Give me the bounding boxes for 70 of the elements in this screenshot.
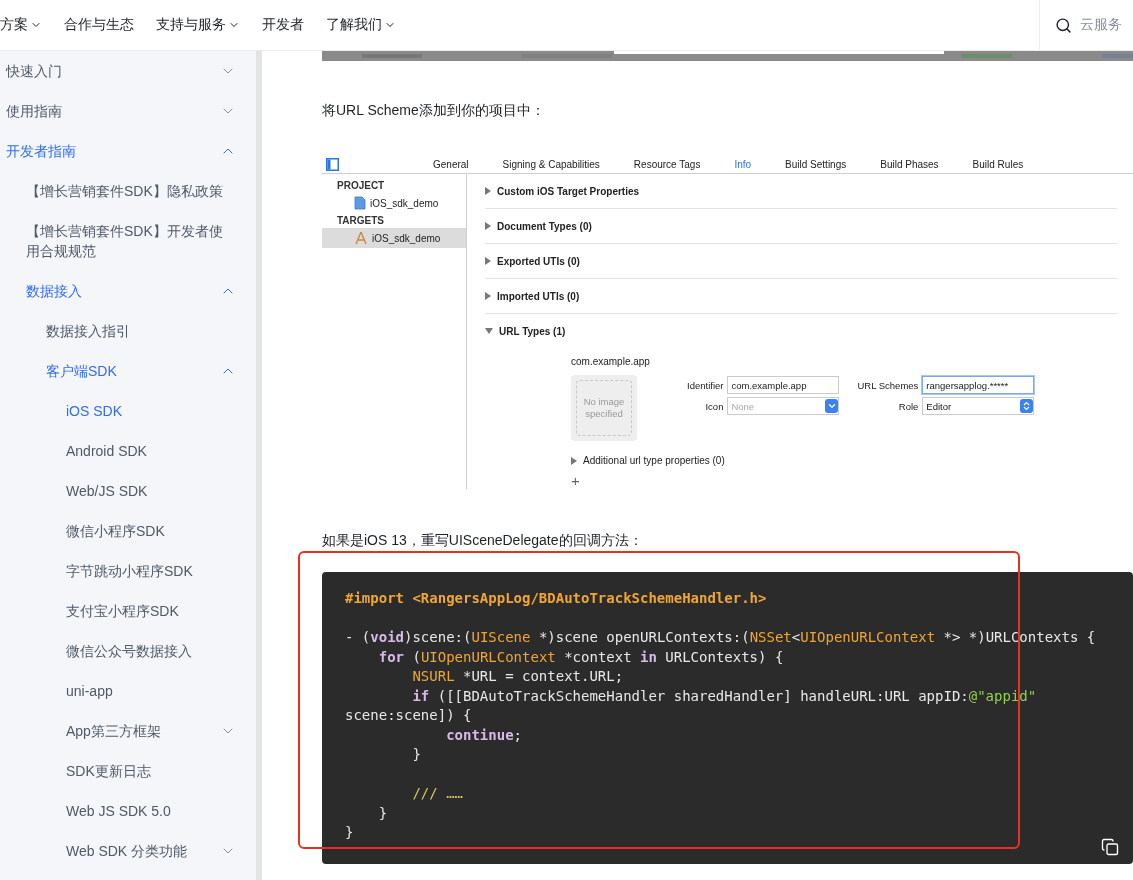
sidebar-item[interactable]: App第三方框架 [0, 711, 256, 751]
code-line: } [411, 745, 422, 764]
field-label: Role [897, 400, 919, 412]
sidebar-item[interactable]: SDK更新日志 [0, 751, 256, 791]
target-item[interactable]: iOS_sdk_demo [322, 193, 466, 213]
group-heading: TARGETS [336, 214, 386, 228]
nav-link[interactable]: 合作与生态 [64, 16, 134, 34]
sidebar-item[interactable]: 使用指南 [0, 91, 256, 131]
xcode-tab[interactable]: Build Settings [785, 158, 847, 170]
stepper-icon [1023, 401, 1031, 411]
copy-icon [1101, 838, 1119, 856]
xcode-tab[interactable]: Build Phases [880, 158, 939, 170]
field-label: Icon [704, 400, 724, 412]
paragraph: 如果是iOS 13，重写UISceneDelegate的回调方法： [322, 531, 644, 550]
code-line: scene:scene]) { [345, 706, 473, 725]
identifier-field[interactable]: com.example.app [727, 376, 840, 394]
xcode-tab[interactable]: Info [734, 158, 752, 170]
sidebar-item[interactable]: 【增长营销套件SDK】隐私政策 [0, 171, 256, 211]
chevron-down-icon [826, 401, 837, 411]
code-line: #import <RangersAppLog/BDAutoTrackSchemeHandler.h> [345, 589, 768, 608]
code-line: } [345, 823, 355, 842]
code-line: /// …… [411, 784, 464, 803]
nav-link[interactable]: 了解我们 [326, 16, 396, 34]
sidebar-item[interactable]: 开发者指南 [0, 131, 256, 171]
sidebar-item[interactable]: 【增长营销套件SDK】开发者使用合规规范 [0, 211, 256, 271]
disclosure-row[interactable]: Additional url type properties (0) [571, 455, 1117, 466]
xcode-tab[interactable]: General [433, 158, 469, 170]
search-icon [1055, 16, 1072, 34]
section-header[interactable]: Document Types (0) [485, 209, 1117, 244]
code-line: } [377, 803, 389, 823]
section-header[interactable]: Exported UTIs (0) [485, 244, 1117, 279]
section-header[interactable]: Custom iOS Target Properties [485, 174, 1117, 209]
sidebar-item[interactable]: 数据接入指引 [0, 311, 256, 351]
nav-link[interactable]: 方案 [0, 16, 42, 34]
paragraph: 将URL Scheme添加到你的项目中： [322, 101, 546, 120]
sidebar-item[interactable]: 字节跳动小程序SDK [0, 551, 256, 591]
sidebar-item[interactable]: iOS SDK [0, 391, 256, 431]
file-icon [354, 196, 366, 210]
sidebar-item[interactable]: 数据接入 [0, 271, 256, 311]
section-header[interactable]: Imported UTIs (0) [485, 279, 1117, 314]
sidebar-item[interactable]: Web SDK 分类功能 [0, 831, 256, 871]
nav-link[interactable]: 开发者 [262, 16, 304, 34]
field-label: Identifier [686, 379, 724, 391]
group-heading: PROJECT [336, 179, 386, 193]
compass-icon [354, 231, 368, 245]
sidebar-item[interactable]: 快速入门 [0, 51, 256, 91]
code-line: continue; [445, 725, 523, 745]
role-dropdown[interactable]: Editor [922, 397, 1035, 415]
sidebar-item[interactable]: 支付宝小程序SDK [0, 591, 256, 631]
field-label: URL Schemes [856, 379, 919, 391]
url-schemes-field[interactable]: rangersapplog.***** [922, 376, 1035, 394]
sidebar-item[interactable]: Web JS SDK 5.0 [0, 791, 256, 831]
code-line: for (UIOpenURLContext *context in URLContexts) { [377, 647, 785, 667]
target-item[interactable]: iOS_sdk_demo [322, 228, 466, 248]
xcode-tab[interactable]: Signing & Capabilities [502, 158, 600, 170]
url-type-name: com.example.app [571, 356, 651, 367]
add-button[interactable]: + [571, 472, 580, 489]
nav-link[interactable]: 支持与服务 [156, 16, 240, 34]
sidebar-item[interactable]: uni-app [0, 671, 256, 711]
sidebar-item[interactable]: 客户端SDK [0, 351, 256, 391]
sidebar-item[interactable]: 微信小程序SDK [0, 511, 256, 551]
copy-button[interactable] [1101, 838, 1119, 856]
section-header[interactable]: URL Types (1) [485, 314, 1117, 348]
code-line: NSURL *URL = context.URL; [411, 667, 625, 686]
xcode-tab[interactable]: Resource Tags [633, 158, 701, 170]
xcode-tab[interactable]: Build Rules [972, 158, 1024, 170]
sidebar-item[interactable]: Android SDK [0, 431, 256, 471]
sidebar-item[interactable]: Web/JS SDK [0, 471, 256, 511]
sidebar-toggle-icon[interactable] [326, 157, 339, 171]
sidebar-item[interactable]: 微信公众号数据接入 [0, 631, 256, 671]
